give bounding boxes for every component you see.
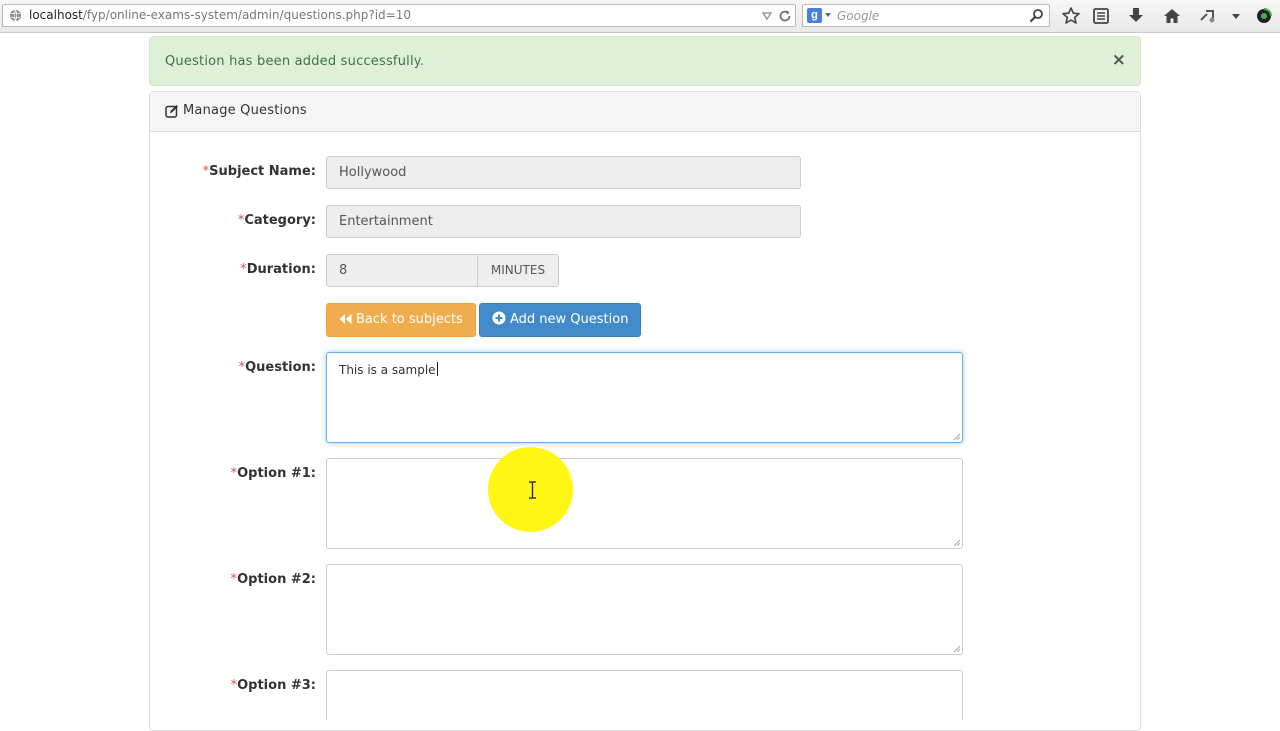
google-logo-icon[interactable]: g — [807, 8, 822, 23]
question-label-text: Question: — [245, 360, 316, 375]
edit-icon — [165, 105, 178, 118]
option-1-textarea[interactable] — [326, 458, 963, 549]
duration-unit-addon: MINUTES — [478, 254, 559, 287]
category-label-text: Category: — [244, 213, 316, 228]
success-alert: Question has been added successfully. × — [149, 36, 1141, 86]
plus-circle-icon — [492, 311, 506, 325]
option-3-label-text: Option #3: — [237, 678, 316, 693]
subject-name-label-text: Subject Name: — [209, 164, 316, 179]
resize-grip-icon[interactable] — [951, 537, 961, 547]
text-caret — [436, 362, 438, 376]
bookmarks-list-icon[interactable] — [1091, 6, 1111, 26]
subject-name-field[interactable]: Hollywood — [326, 156, 801, 189]
url-host: localhost — [29, 8, 83, 22]
search-icon[interactable] — [1029, 8, 1044, 23]
category-label: *Category: — [136, 213, 316, 228]
back-to-subjects-button[interactable]: Back to subjects — [326, 303, 476, 337]
question-text: This is a sample — [339, 363, 436, 377]
question-label: *Question: — [136, 360, 316, 375]
close-alert-button[interactable]: × — [1112, 52, 1126, 69]
address-bar[interactable]: localhost/fyp/online-exams-system/admin/… — [2, 4, 796, 27]
backward-icon — [339, 314, 352, 324]
globe-icon — [10, 9, 21, 22]
duration-field[interactable]: 8 — [326, 254, 478, 287]
option-1-label-text: Option #1: — [237, 466, 316, 481]
home-icon[interactable] — [1162, 6, 1182, 26]
back-to-subjects-label: Back to subjects — [356, 312, 463, 327]
url-text: localhost/fyp/online-exams-system/admin/… — [29, 8, 411, 22]
option-3-label: *Option #3: — [136, 678, 316, 693]
panel-heading: Manage Questions — [150, 92, 1140, 132]
search-placeholder: Google — [837, 9, 880, 23]
panel-title: Manage Questions — [183, 103, 307, 118]
history-dropdown-icon[interactable] — [761, 10, 773, 22]
option-3-textarea[interactable] — [326, 670, 963, 720]
option-1-label: *Option #1: — [136, 466, 316, 481]
reload-icon[interactable] — [778, 9, 792, 23]
url-path: /fyp/online-exams-system/admin/questions… — [82, 8, 411, 22]
text-cursor-icon — [529, 481, 536, 499]
option-2-textarea[interactable] — [326, 564, 963, 655]
add-new-question-button[interactable]: Add new Question — [479, 303, 642, 337]
alert-message: Question has been added successfully. — [165, 54, 425, 69]
resize-grip-icon[interactable] — [951, 431, 961, 441]
category-field[interactable]: Entertainment — [326, 205, 801, 238]
browser-toolbar: localhost/fyp/online-exams-system/admin/… — [0, 0, 1280, 33]
download-icon[interactable] — [1126, 6, 1146, 26]
question-textarea[interactable]: This is a sample — [326, 352, 963, 443]
search-bar[interactable]: g Google — [802, 4, 1050, 27]
menu-dropdown-icon[interactable] — [1226, 6, 1246, 26]
duration-label-text: Duration: — [246, 262, 316, 277]
search-engine-dropdown-icon[interactable] — [825, 13, 831, 17]
add-new-question-label: Add new Question — [510, 312, 629, 327]
addon-icon[interactable] — [1254, 6, 1274, 26]
option-2-label-text: Option #2: — [237, 572, 316, 587]
duration-label: *Duration: — [136, 262, 316, 277]
extension-icon[interactable] — [1198, 6, 1218, 26]
resize-grip-icon[interactable] — [951, 643, 961, 653]
bookmark-star-icon[interactable] — [1061, 6, 1081, 26]
subject-name-label: *Subject Name: — [136, 164, 316, 179]
option-2-label: *Option #2: — [136, 572, 316, 587]
